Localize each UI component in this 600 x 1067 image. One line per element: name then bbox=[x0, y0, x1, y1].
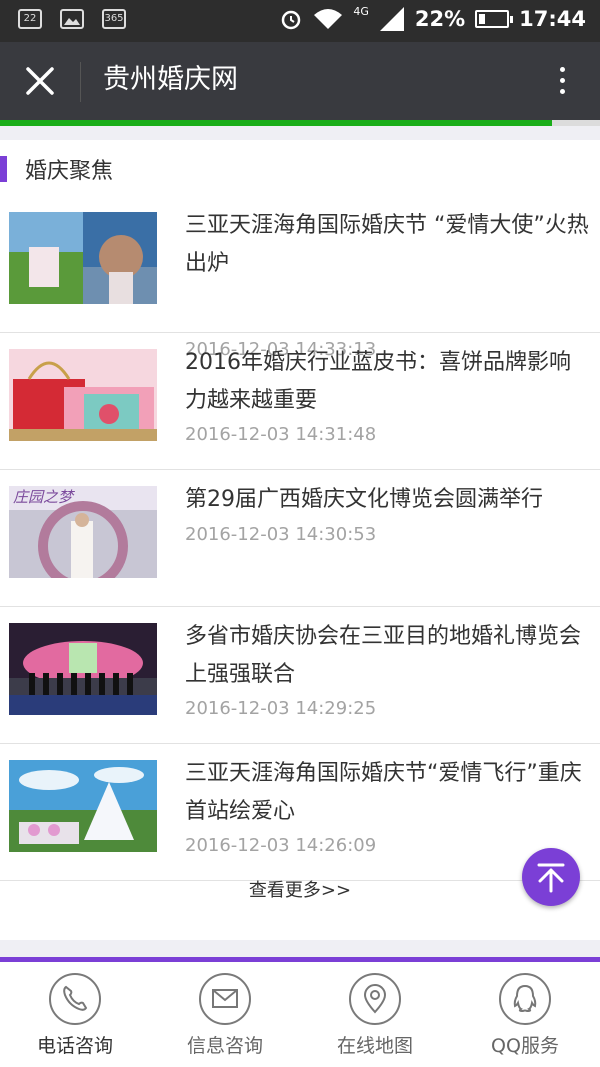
back-to-top-button[interactable] bbox=[522, 848, 580, 906]
map-pin-icon bbox=[363, 984, 387, 1014]
news-thumbnail: 庄园之梦 bbox=[9, 486, 157, 578]
battery-icon bbox=[475, 10, 514, 28]
section-header: 婚庆聚焦 bbox=[0, 140, 600, 196]
network-type: 4G bbox=[353, 4, 369, 18]
nav-label: 信息咨询 bbox=[186, 1035, 263, 1057]
news-item[interactable]: 三亚天涯海角国际婚庆节“爱情飞行”重庆首站绘爱心 2016-12-03 14:2… bbox=[0, 744, 600, 881]
gallery-icon bbox=[60, 9, 84, 29]
nav-label: 电话咨询 bbox=[36, 1035, 113, 1057]
news-title[interactable]: 第29届广西婚庆文化博览会圆满举行 bbox=[185, 481, 590, 519]
loading-progress-fill bbox=[0, 120, 552, 126]
section-title: 婚庆聚焦 bbox=[25, 159, 114, 184]
news-time: 2016-12-03 14:29:25 bbox=[185, 698, 377, 719]
news-title[interactable]: 三亚天涯海角国际婚庆节 “爱情大使”火热出炉 bbox=[185, 207, 590, 283]
news-time: 2016-12-03 14:30:53 bbox=[185, 524, 377, 545]
section-accent-bar bbox=[0, 156, 7, 182]
news-item[interactable]: 庄园之梦 第29届广西婚庆文化博览会圆满举行 2016-12-03 14:30:… bbox=[0, 470, 600, 607]
page-title: 贵州婚庆网 bbox=[103, 64, 238, 95]
news-panel: 婚庆聚焦 三亚天涯海角国际婚庆节 “爱情大使”火热出炉 2016-12-03 1… bbox=[0, 140, 600, 940]
battery-percent: 22% bbox=[414, 7, 466, 31]
calendar-icon: 365 bbox=[102, 9, 126, 29]
more-dot-icon bbox=[559, 67, 565, 72]
news-item[interactable]: 2016年婚庆行业蓝皮书：喜饼品牌影响力越来越重要 2016-12-03 14:… bbox=[0, 333, 600, 470]
nav-icon-circle bbox=[49, 973, 101, 1025]
loading-progress bbox=[0, 120, 600, 126]
close-button[interactable] bbox=[18, 59, 62, 103]
bottom-nav: 电话咨询 信息咨询 在线地图 QQ服务 bbox=[0, 962, 600, 1067]
alarm-icon bbox=[282, 10, 301, 30]
wifi-icon bbox=[314, 9, 343, 29]
mail-icon bbox=[212, 989, 238, 1008]
nav-icon-circle bbox=[199, 973, 251, 1025]
notification-icon: 22 bbox=[18, 9, 42, 29]
nav-message-consult[interactable]: 信息咨询 bbox=[150, 962, 300, 1067]
news-thumbnail bbox=[9, 349, 157, 441]
news-item[interactable]: 多省市婚庆协会在三亚目的地婚礼博览会上强强联合 2016-12-03 14:29… bbox=[0, 607, 600, 744]
more-dot-icon bbox=[559, 78, 565, 83]
news-thumbnail bbox=[9, 760, 157, 852]
news-item[interactable]: 三亚天涯海角国际婚庆节 “爱情大使”火热出炉 2016-12-03 14:33:… bbox=[0, 196, 600, 360]
title-divider bbox=[80, 62, 81, 102]
nav-icon-circle bbox=[499, 973, 551, 1025]
news-time: 2016-12-03 14:31:48 bbox=[185, 424, 377, 445]
title-bar: 贵州婚庆网 bbox=[0, 42, 600, 120]
signal-icon bbox=[379, 7, 404, 31]
more-dot-icon bbox=[559, 89, 565, 94]
nav-icon-circle bbox=[349, 973, 401, 1025]
more-menu-button[interactable] bbox=[556, 64, 568, 100]
clock: 17:44 bbox=[519, 7, 586, 31]
news-title[interactable]: 多省市婚庆协会在三亚目的地婚礼博览会上强强联合 bbox=[185, 618, 590, 694]
arrow-up-icon bbox=[537, 863, 565, 893]
nav-label: 在线地图 bbox=[336, 1035, 413, 1057]
close-icon bbox=[26, 67, 54, 95]
nav-phone-consult[interactable]: 电话咨询 bbox=[0, 962, 150, 1067]
nav-online-map[interactable]: 在线地图 bbox=[300, 962, 450, 1067]
news-title[interactable]: 2016年婚庆行业蓝皮书：喜饼品牌影响力越来越重要 bbox=[185, 344, 590, 420]
news-thumbnail bbox=[9, 623, 157, 715]
thumbnail-caption: 庄园之梦 bbox=[13, 488, 74, 506]
status-bar: 22 365 4G 22% 17:44 bbox=[0, 0, 600, 42]
view-more-link[interactable]: 查看更多>> bbox=[0, 876, 600, 902]
phone-icon bbox=[63, 985, 88, 1011]
nav-qq-service[interactable]: QQ服务 bbox=[450, 962, 600, 1067]
news-thumbnail bbox=[9, 212, 157, 304]
qq-icon bbox=[513, 984, 537, 1013]
news-time: 2016-12-03 14:26:09 bbox=[185, 835, 377, 856]
nav-label: QQ服务 bbox=[491, 1035, 559, 1057]
news-title[interactable]: 三亚天涯海角国际婚庆节“爱情飞行”重庆首站绘爱心 bbox=[185, 755, 590, 831]
